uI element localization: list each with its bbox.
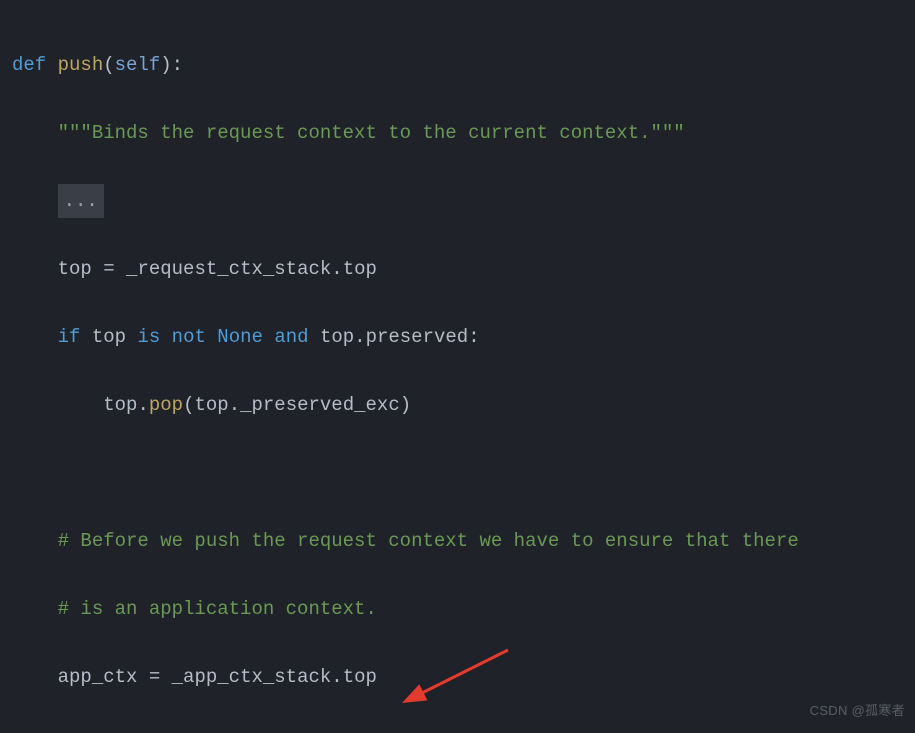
code-line: if top is not None and top.preserved: bbox=[12, 320, 903, 354]
blank-line bbox=[12, 456, 903, 490]
keyword-def: def bbox=[12, 54, 46, 76]
code-line: if app_ctx is None or app_ctx.app != sel… bbox=[12, 728, 903, 733]
code-editor[interactable]: def push(self): """Binds the request con… bbox=[0, 0, 915, 733]
code-line: app_ctx = _app_ctx_stack.top bbox=[12, 660, 903, 694]
watermark-text: CSDN @孤寒者 bbox=[810, 694, 905, 728]
comment: # Before we push the request context we … bbox=[58, 530, 799, 552]
param-self: self bbox=[115, 54, 161, 76]
code-line: """Binds the request context to the curr… bbox=[12, 116, 903, 150]
code-line: # Before we push the request context we … bbox=[12, 524, 903, 558]
docstring: """Binds the request context to the curr… bbox=[58, 122, 685, 144]
code-line: ... bbox=[12, 184, 903, 218]
function-name: push bbox=[58, 54, 104, 76]
code-line: def push(self): bbox=[12, 48, 903, 82]
code-line: top.pop(top._preserved_exc) bbox=[12, 388, 903, 422]
folded-region[interactable]: ... bbox=[58, 184, 104, 218]
comment: # is an application context. bbox=[58, 598, 377, 620]
code-line: top = _request_ctx_stack.top bbox=[12, 252, 903, 286]
code-line: # is an application context. bbox=[12, 592, 903, 626]
